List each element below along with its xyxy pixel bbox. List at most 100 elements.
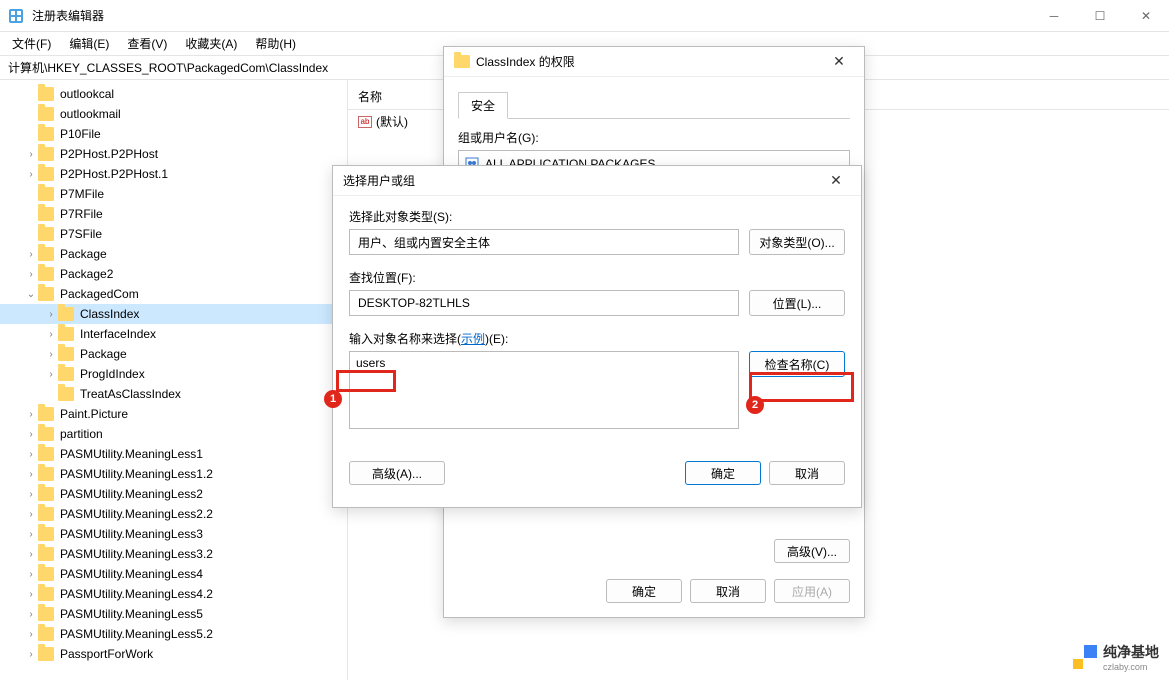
tree-item[interactable]: ›PASMUtility.MeaningLess2 [0, 484, 347, 504]
app-icon [8, 8, 24, 24]
tree-item[interactable]: ›PASMUtility.MeaningLess2.2 [0, 504, 347, 524]
chevron-right-icon[interactable]: › [44, 329, 58, 340]
tree-item[interactable]: › ClassIndex [0, 304, 347, 324]
tree-item[interactable]: ›ProgIdIndex [0, 364, 347, 384]
tree-item[interactable]: › Paint.Picture [0, 404, 347, 424]
chevron-right-icon[interactable]: › [24, 589, 38, 600]
tree-item[interactable]: outlookmail [0, 104, 347, 124]
locations-button[interactable]: 位置(L)... [749, 290, 845, 316]
folder-icon [38, 467, 54, 481]
tree-item[interactable]: ›P2PHost.P2PHost.1 [0, 164, 347, 184]
chevron-right-icon[interactable]: › [24, 269, 38, 280]
tree-item-label: partition [60, 427, 103, 441]
folder-icon [58, 347, 74, 361]
tree-item[interactable]: ›PASMUtility.MeaningLess3 [0, 524, 347, 544]
perm-advanced-partial[interactable]: 高级(V)... [774, 539, 850, 563]
select-advanced-button[interactable]: 高级(A)... [349, 461, 445, 485]
tree-item[interactable]: ›PASMUtility.MeaningLess4 [0, 564, 347, 584]
chevron-right-icon[interactable]: › [24, 249, 38, 260]
examples-link[interactable]: 示例 [461, 332, 485, 346]
minimize-button[interactable]: ─ [1031, 0, 1077, 32]
tree-item-label: PASMUtility.MeaningLess5 [60, 607, 203, 621]
chevron-right-icon[interactable]: › [24, 449, 38, 460]
chevron-right-icon[interactable]: › [24, 149, 38, 160]
tree-item[interactable]: › Package [0, 244, 347, 264]
tree-item[interactable]: ›PASMUtility.MeaningLess1 [0, 444, 347, 464]
perm-ok-button[interactable]: 确定 [606, 579, 682, 603]
tree-item[interactable]: P7RFile [0, 204, 347, 224]
tree-item[interactable]: ›PassportForWork [0, 644, 347, 664]
select-user-group-dialog: 选择用户或组 ✕ 选择此对象类型(S): 用户、组或内置安全主体 对象类型(O)… [332, 165, 862, 508]
select-dialog-title: 选择用户或组 [343, 172, 821, 189]
chevron-right-icon[interactable]: › [24, 489, 38, 500]
chevron-right-icon[interactable]: › [24, 529, 38, 540]
perm-close-button[interactable]: ✕ [824, 53, 854, 70]
location-box: DESKTOP-82TLHLS [349, 290, 739, 316]
tree-item[interactable]: outlookcal [0, 84, 347, 104]
menu-view[interactable]: 查看(V) [119, 33, 175, 54]
chevron-right-icon[interactable]: › [44, 369, 58, 380]
tree-item[interactable]: ›Package [0, 344, 347, 364]
select-ok-button[interactable]: 确定 [685, 461, 761, 485]
chevron-right-icon[interactable]: › [24, 409, 38, 420]
select-cancel-button[interactable]: 取消 [769, 461, 845, 485]
tree-item-label: Package [60, 247, 107, 261]
chevron-right-icon[interactable]: › [24, 169, 38, 180]
tree-item-label: ClassIndex [80, 307, 139, 321]
watermark-logo [1073, 645, 1097, 669]
tree-item-label: TreatAsClassIndex [80, 387, 181, 401]
tree-item[interactable]: TreatAsClassIndex [0, 384, 347, 404]
tree-item[interactable]: › partition [0, 424, 347, 444]
tree-item[interactable]: ›PASMUtility.MeaningLess3.2 [0, 544, 347, 564]
tree-item[interactable]: ›InterfaceIndex [0, 324, 347, 344]
tree-item[interactable]: › PASMUtility.MeaningLess5 [0, 604, 347, 624]
maximize-button[interactable]: ☐ [1077, 0, 1123, 32]
chevron-right-icon[interactable]: › [24, 629, 38, 640]
chevron-right-icon[interactable]: › [24, 549, 38, 560]
folder-icon [38, 247, 54, 261]
tree-item-label: outlookmail [60, 107, 121, 121]
tree-panel[interactable]: outlookcaloutlookmailP10File›P2PHost.P2P… [0, 80, 348, 680]
tree-item[interactable]: P7SFile [0, 224, 347, 244]
tree-item[interactable]: ›PASMUtility.MeaningLess4.2 [0, 584, 347, 604]
folder-icon [38, 587, 54, 601]
select-close-button[interactable]: ✕ [821, 172, 851, 189]
chevron-right-icon[interactable]: › [44, 349, 58, 360]
tree-item[interactable]: ›P2PHost.P2PHost [0, 144, 347, 164]
check-names-button[interactable]: 检查名称(C) [749, 351, 845, 377]
tree-item[interactable]: P7MFile [0, 184, 347, 204]
tree-item-label: P7SFile [60, 227, 102, 241]
tree-item[interactable]: ⌄PackagedCom [0, 284, 347, 304]
menu-edit[interactable]: 编辑(E) [61, 33, 117, 54]
folder-icon [38, 487, 54, 501]
chevron-down-icon[interactable]: ⌄ [24, 289, 38, 300]
object-names-input[interactable] [349, 351, 739, 429]
perm-cancel-button[interactable]: 取消 [690, 579, 766, 603]
tree-item-label: PASMUtility.MeaningLess1.2 [60, 467, 213, 481]
menu-help[interactable]: 帮助(H) [247, 33, 304, 54]
folder-icon [38, 407, 54, 421]
close-button[interactable]: ✕ [1123, 0, 1169, 32]
menu-file[interactable]: 文件(F) [4, 33, 59, 54]
chevron-right-icon[interactable]: › [24, 469, 38, 480]
chevron-right-icon[interactable]: › [24, 609, 38, 620]
chevron-right-icon[interactable]: › [24, 649, 38, 660]
chevron-right-icon[interactable]: › [24, 569, 38, 580]
window-title: 注册表编辑器 [32, 7, 1031, 24]
chevron-right-icon[interactable]: › [44, 309, 58, 320]
folder-icon [58, 327, 74, 341]
tab-security[interactable]: 安全 [458, 92, 508, 119]
tree-item[interactable]: ›PASMUtility.MeaningLess5.2 [0, 624, 347, 644]
chevron-right-icon[interactable]: › [24, 429, 38, 440]
folder-icon [38, 507, 54, 521]
perm-apply-button[interactable]: 应用(A) [774, 579, 850, 603]
folder-icon [58, 307, 74, 321]
chevron-right-icon[interactable]: › [24, 509, 38, 520]
tree-item[interactable]: P10File [0, 124, 347, 144]
tree-item[interactable]: › PASMUtility.MeaningLess1.2 [0, 464, 347, 484]
menu-favorites[interactable]: 收藏夹(A) [177, 33, 245, 54]
tree-item-label: Paint.Picture [60, 407, 128, 421]
object-types-button[interactable]: 对象类型(O)... [749, 229, 845, 255]
folder-icon [38, 427, 54, 441]
tree-item[interactable]: ›Package2 [0, 264, 347, 284]
